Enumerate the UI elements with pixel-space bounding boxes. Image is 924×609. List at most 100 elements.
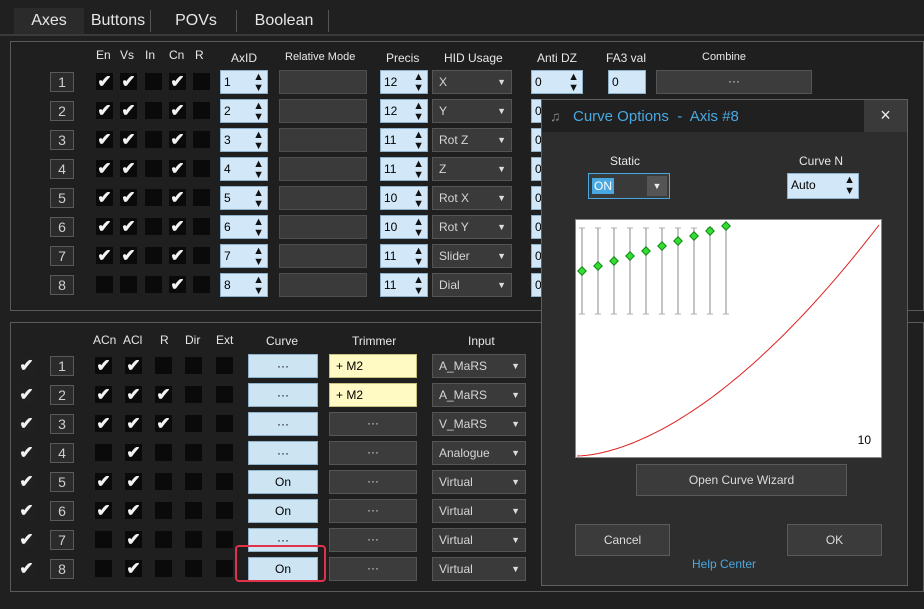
mapping-checkbox[interactable] bbox=[95, 531, 112, 548]
precis-spinner[interactable]: 10 ▲ ▼ bbox=[380, 186, 428, 210]
spinner-down-icon[interactable]: ▼ bbox=[253, 83, 264, 94]
axis-checkbox[interactable] bbox=[193, 247, 210, 264]
curve-button[interactable]: On bbox=[248, 499, 318, 523]
spinner-down-icon[interactable]: ▼ bbox=[413, 257, 424, 268]
mapping-checkbox[interactable] bbox=[216, 357, 233, 374]
mapping-checkbox[interactable] bbox=[95, 444, 112, 461]
axid-spinner[interactable]: 3 ▲ ▼ bbox=[220, 128, 268, 152]
spinner-down-icon[interactable]: ▼ bbox=[413, 286, 424, 297]
spinner-down-icon[interactable]: ▼ bbox=[413, 199, 424, 210]
mapping-checkbox[interactable]: ✔ bbox=[125, 531, 142, 548]
mapping-checkbox[interactable] bbox=[95, 560, 112, 577]
axis-checkbox[interactable]: ✔ bbox=[96, 160, 113, 177]
close-button[interactable]: × bbox=[864, 100, 907, 132]
mapping-checkbox[interactable]: ✔ bbox=[95, 415, 112, 432]
axis-checkbox[interactable]: ✔ bbox=[120, 73, 137, 90]
curve-button[interactable]: ··· bbox=[248, 441, 318, 465]
precis-spinner[interactable]: 11 ▲ ▼ bbox=[380, 128, 428, 152]
ok-button[interactable]: OK bbox=[787, 524, 882, 556]
curve-control-point[interactable] bbox=[673, 236, 683, 246]
mapping-checkbox[interactable]: ✔ bbox=[125, 502, 142, 519]
mapping-checkbox[interactable]: ✔ bbox=[95, 357, 112, 374]
axis-checkbox[interactable]: ✔ bbox=[169, 102, 186, 119]
mapping-checkbox[interactable]: ✔ bbox=[125, 357, 142, 374]
curve-control-point[interactable] bbox=[641, 246, 651, 256]
dialog-titlebar[interactable]: ♫ Curve Options - Axis #8 × bbox=[542, 100, 907, 132]
axis-checkbox[interactable]: ✔ bbox=[120, 247, 137, 264]
mapping-checkbox[interactable] bbox=[155, 531, 172, 548]
relative-mode-field[interactable] bbox=[279, 157, 367, 181]
spinner-down-icon[interactable]: ▼ bbox=[413, 141, 424, 152]
spinner-down-icon[interactable]: ▼ bbox=[568, 83, 579, 94]
spinner-down-icon[interactable]: ▼ bbox=[253, 141, 264, 152]
axis-checkbox[interactable]: ✔ bbox=[120, 218, 137, 235]
axis-checkbox[interactable] bbox=[96, 276, 113, 293]
mapping-checkbox[interactable] bbox=[185, 531, 202, 548]
input-dropdown[interactable]: Virtual ▼ bbox=[432, 528, 526, 552]
axis-checkbox[interactable]: ✔ bbox=[169, 189, 186, 206]
spinner-down-icon[interactable]: ▼ bbox=[413, 112, 424, 123]
curve-button[interactable]: ··· bbox=[248, 412, 318, 436]
axis-checkbox[interactable]: ✔ bbox=[120, 102, 137, 119]
spinner-down-icon[interactable]: ▼ bbox=[253, 286, 264, 297]
hid-usage-dropdown[interactable]: Rot X ▼ bbox=[432, 186, 512, 210]
precis-spinner[interactable]: 10 ▲ ▼ bbox=[380, 215, 428, 239]
axid-spinner[interactable]: 6 ▲ ▼ bbox=[220, 215, 268, 239]
axis-checkbox[interactable] bbox=[193, 160, 210, 177]
trimmer-button[interactable]: ··· bbox=[329, 470, 417, 494]
axid-spinner[interactable]: 8 ▲ ▼ bbox=[220, 273, 268, 297]
spinner-down-icon[interactable]: ▼ bbox=[253, 112, 264, 123]
axis-checkbox[interactable]: ✔ bbox=[169, 131, 186, 148]
axis-checkbox[interactable] bbox=[193, 102, 210, 119]
mapping-checkbox[interactable] bbox=[185, 473, 202, 490]
relative-mode-field[interactable] bbox=[279, 186, 367, 210]
axis-checkbox[interactable] bbox=[193, 189, 210, 206]
curve-graph[interactable]: 10 bbox=[575, 219, 882, 458]
hid-usage-dropdown[interactable]: Rot Z ▼ bbox=[432, 128, 512, 152]
axis-checkbox[interactable] bbox=[120, 276, 137, 293]
hid-usage-dropdown[interactable]: Slider ▼ bbox=[432, 244, 512, 268]
tab-povs[interactable]: POVs bbox=[160, 8, 232, 34]
axis-checkbox[interactable]: ✔ bbox=[120, 189, 137, 206]
precis-spinner[interactable]: 12 ▲ ▼ bbox=[380, 99, 428, 123]
axid-spinner[interactable]: 2 ▲ ▼ bbox=[220, 99, 268, 123]
mapping-checkbox[interactable] bbox=[216, 560, 233, 577]
axid-spinner[interactable]: 7 ▲ ▼ bbox=[220, 244, 268, 268]
curve-control-point[interactable] bbox=[689, 231, 699, 241]
precis-spinner[interactable]: 11 ▲ ▼ bbox=[380, 273, 428, 297]
mapping-checkbox[interactable]: ✔ bbox=[125, 560, 142, 577]
spinner-down-icon[interactable]: ▼ bbox=[844, 186, 855, 197]
curve-control-point[interactable] bbox=[657, 241, 667, 251]
axis-checkbox[interactable] bbox=[145, 218, 162, 235]
relative-mode-field[interactable] bbox=[279, 70, 367, 94]
mapping-checkbox[interactable] bbox=[216, 473, 233, 490]
anti-dz-spinner[interactable]: 0 ▲▼ bbox=[531, 70, 583, 94]
trimmer-button[interactable]: ··· bbox=[329, 499, 417, 523]
relative-mode-field[interactable] bbox=[279, 128, 367, 152]
input-dropdown[interactable]: Virtual ▼ bbox=[432, 557, 526, 581]
combine-button[interactable]: ··· bbox=[656, 70, 812, 94]
spinner-down-icon[interactable]: ▼ bbox=[253, 228, 264, 239]
enable-checkbox[interactable]: ✔ bbox=[18, 415, 35, 432]
relative-mode-field[interactable] bbox=[279, 244, 367, 268]
input-dropdown[interactable]: A_MaRS ▼ bbox=[432, 354, 526, 378]
axis-checkbox[interactable]: ✔ bbox=[96, 131, 113, 148]
enable-checkbox[interactable]: ✔ bbox=[18, 560, 35, 577]
curve-button[interactable]: ··· bbox=[248, 354, 318, 378]
mapping-checkbox[interactable] bbox=[155, 560, 172, 577]
relative-mode-field[interactable] bbox=[279, 99, 367, 123]
tab-boolean[interactable]: Boolean bbox=[244, 8, 324, 34]
mapping-checkbox[interactable] bbox=[185, 502, 202, 519]
axis-checkbox[interactable]: ✔ bbox=[96, 247, 113, 264]
mapping-checkbox[interactable] bbox=[185, 444, 202, 461]
axis-checkbox[interactable] bbox=[145, 276, 162, 293]
enable-checkbox[interactable]: ✔ bbox=[18, 502, 35, 519]
trimmer-field[interactable]: + M2 bbox=[329, 383, 417, 407]
tab-buttons[interactable]: Buttons bbox=[86, 8, 150, 34]
mapping-checkbox[interactable] bbox=[185, 386, 202, 403]
axis-checkbox[interactable]: ✔ bbox=[169, 276, 186, 293]
axid-spinner[interactable]: 1 ▲ ▼ bbox=[220, 70, 268, 94]
axis-checkbox[interactable]: ✔ bbox=[96, 73, 113, 90]
axis-checkbox[interactable] bbox=[145, 160, 162, 177]
enable-checkbox[interactable]: ✔ bbox=[18, 386, 35, 403]
